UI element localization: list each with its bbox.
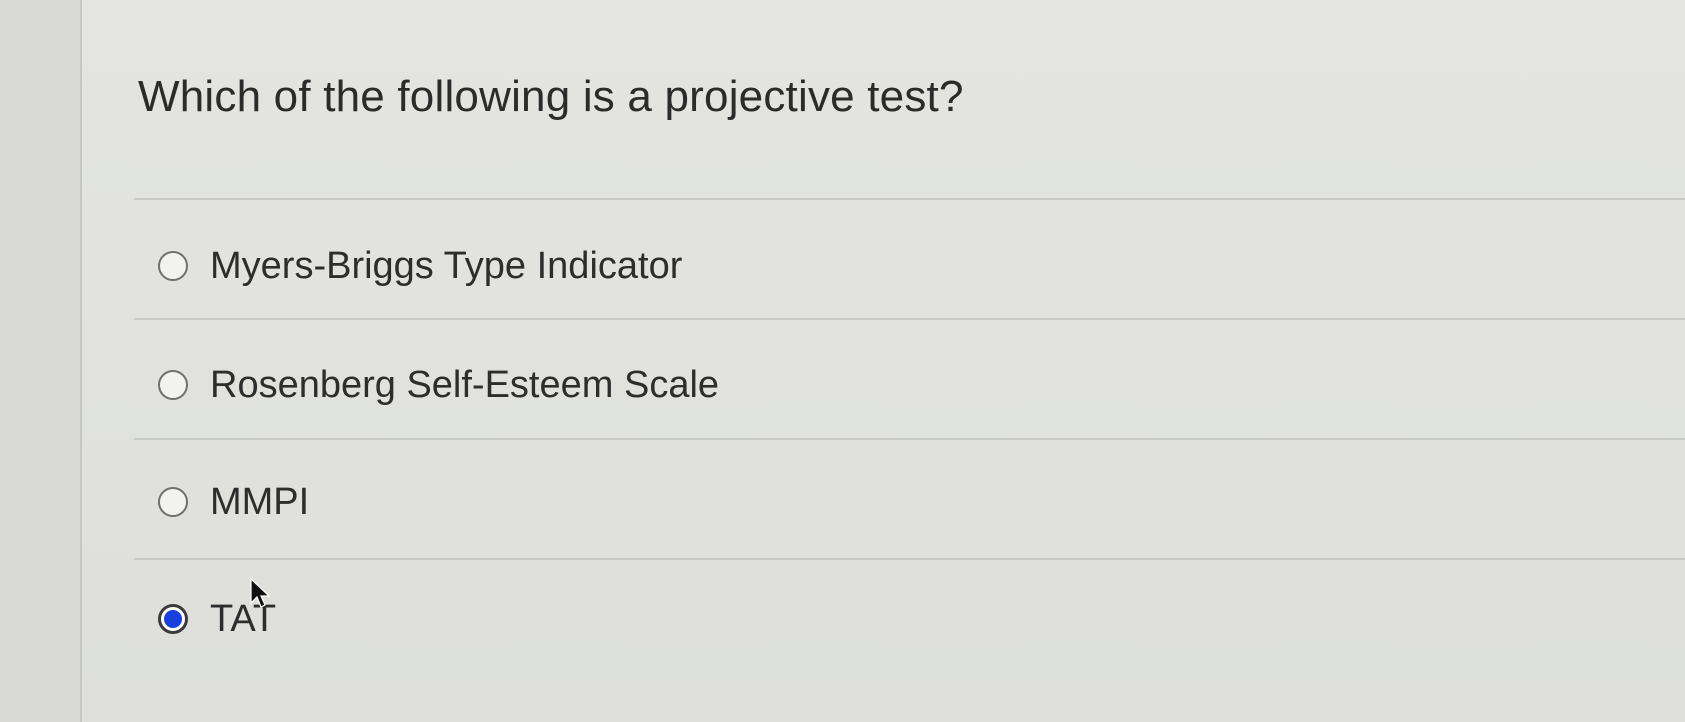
- divider: [134, 438, 1685, 440]
- answer-option-rosenberg[interactable]: Rosenberg Self-Esteem Scale: [158, 361, 719, 409]
- left-gutter: [0, 0, 82, 722]
- question-panel: Which of the following is a projective t…: [82, 0, 1685, 722]
- radio-button[interactable]: [158, 251, 188, 281]
- answer-label: Myers-Briggs Type Indicator: [210, 244, 683, 287]
- answer-option-myers-briggs[interactable]: Myers-Briggs Type Indicator: [158, 242, 682, 290]
- quiz-page: Which of the following is a projective t…: [0, 0, 1685, 722]
- answer-label: MMPI: [210, 480, 310, 523]
- divider: [134, 558, 1685, 560]
- radio-button[interactable]: [158, 370, 188, 400]
- divider: [134, 318, 1685, 320]
- radio-selected-dot: [164, 610, 182, 628]
- answer-option-mmpi[interactable]: MMPI: [158, 478, 309, 526]
- radio-button[interactable]: [158, 487, 188, 517]
- answer-label: Rosenberg Self-Esteem Scale: [210, 363, 720, 406]
- mouse-cursor-icon: [250, 578, 270, 608]
- question-text: Which of the following is a projective t…: [138, 72, 964, 121]
- divider: [134, 198, 1685, 200]
- radio-button-selected[interactable]: [158, 604, 188, 634]
